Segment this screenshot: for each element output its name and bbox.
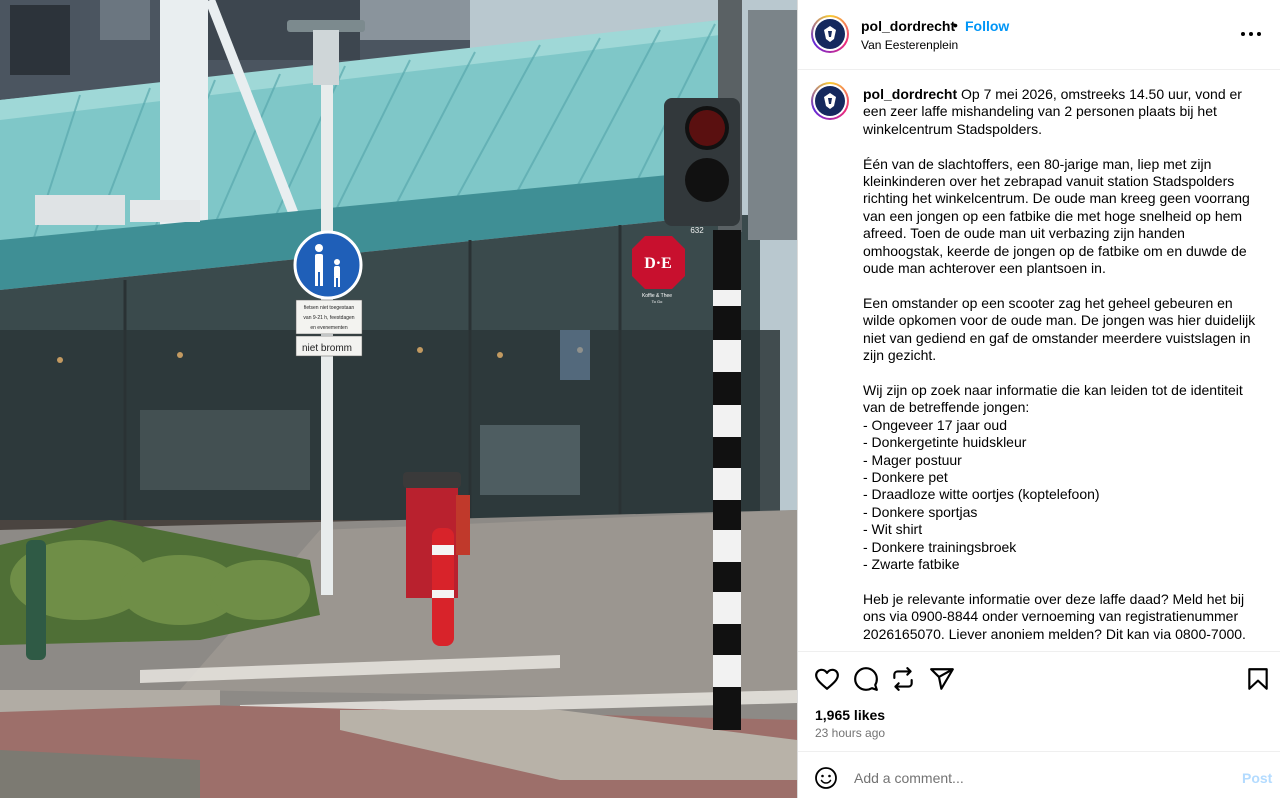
caption-text: Op 7 mei 2026, omstreeks 14.50 uur, vond… — [863, 86, 1256, 642]
avatar[interactable] — [811, 15, 849, 53]
sign-text-3: en evenementen — [310, 325, 347, 331]
police-logo-icon — [824, 26, 836, 42]
caption-area: pol_dordrecht Op 7 mei 2026, omstreeks 1… — [798, 70, 1280, 651]
likes-count[interactable]: 1,965 likes — [815, 707, 885, 723]
repost-icon[interactable] — [890, 666, 916, 692]
comment-icon[interactable] — [853, 666, 879, 692]
post-photo[interactable]: fietsen niet toegestaan van 9-21 h, fees… — [0, 0, 797, 798]
post-header: pol_dordrecht • Follow Van Eesterenplein — [798, 0, 1280, 70]
caption-username[interactable]: pol_dordrecht — [863, 86, 957, 102]
sign-text-4: niet bromm — [302, 343, 352, 354]
header-separator: • — [953, 17, 958, 33]
emoji-icon[interactable] — [814, 766, 838, 790]
caption-avatar[interactable] — [811, 82, 849, 120]
comment-input[interactable] — [852, 764, 1226, 792]
post-timestamp[interactable]: 23 hours ago — [815, 726, 885, 740]
post-location[interactable]: Van Eesterenplein — [861, 38, 958, 52]
share-icon[interactable] — [929, 666, 955, 692]
sign-text-1: fietsen niet toegestaan — [304, 305, 355, 311]
heart-icon[interactable] — [814, 666, 840, 692]
comment-bar: Post — [798, 751, 1280, 798]
sign-text-2: van 9-21 h, feestdagen — [303, 315, 354, 321]
store-logo-text: D·E — [644, 255, 672, 272]
header-username[interactable]: pol_dordrecht — [861, 18, 955, 34]
post-actions: 1,965 likes 23 hours ago — [798, 651, 1280, 751]
traffic-light-number: 632 — [690, 226, 704, 235]
follow-button[interactable]: Follow — [965, 18, 1009, 34]
post-caption: pol_dordrecht Op 7 mei 2026, omstreeks 1… — [863, 86, 1263, 643]
post-comment-button[interactable]: Post — [1242, 770, 1272, 786]
post-details-panel: pol_dordrecht • Follow Van Eesterenplein… — [797, 0, 1280, 798]
store-sub-text-2: To Go — [652, 299, 663, 304]
police-logo-icon — [824, 93, 836, 109]
bookmark-icon[interactable] — [1245, 666, 1271, 692]
more-options-icon[interactable] — [1239, 24, 1263, 44]
